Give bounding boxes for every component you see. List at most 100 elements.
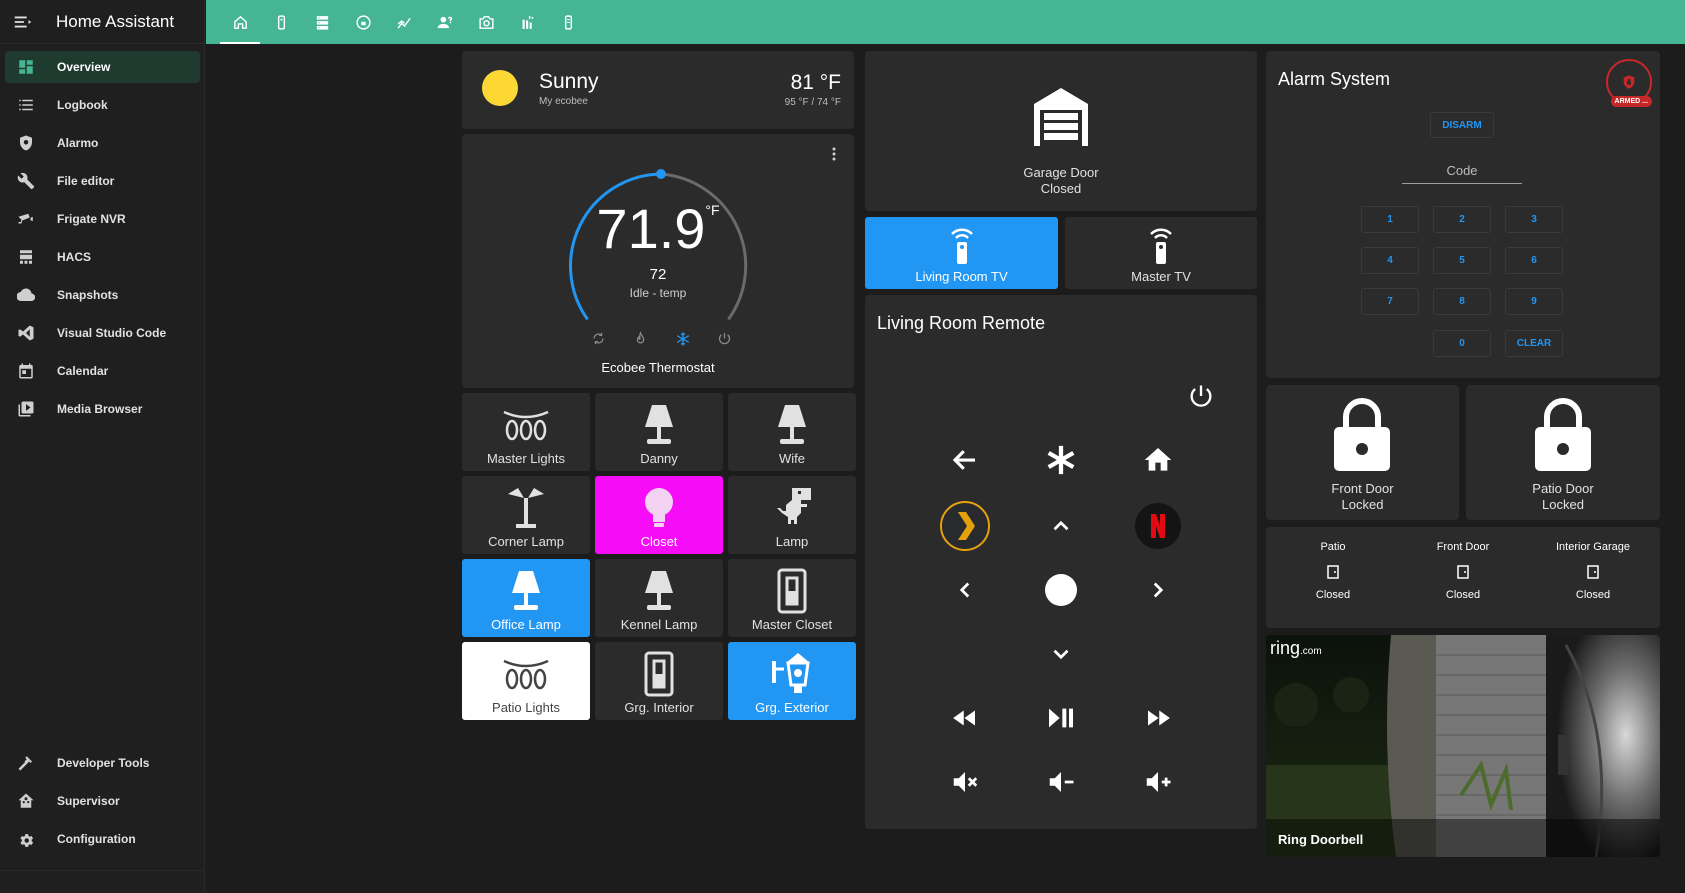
plex-button[interactable]: [940, 501, 990, 551]
closet-button[interactable]: Closet: [595, 476, 723, 554]
kennel-lamp-button[interactable]: Kennel Lamp: [595, 559, 723, 637]
front-door-lock-card[interactable]: Front Door Locked: [1266, 385, 1459, 520]
master-tv-button[interactable]: Master TV: [1065, 217, 1257, 289]
mute-button[interactable]: [945, 762, 985, 802]
netflix-button[interactable]: [1133, 501, 1183, 551]
power-button[interactable]: [1183, 378, 1219, 414]
select-button[interactable]: [1041, 570, 1081, 610]
door-sensor-patio[interactable]: Patio Closed: [1273, 541, 1393, 601]
sidebar-item-label: Snapshots: [57, 288, 119, 302]
master-lights-button[interactable]: Master Lights: [462, 393, 590, 471]
weather-location: My ecobee: [539, 96, 588, 107]
tab-remote-2[interactable]: [548, 0, 588, 44]
keypad-7[interactable]: 7: [1361, 288, 1419, 315]
back-button[interactable]: [945, 440, 985, 480]
keypad-4[interactable]: 4: [1361, 247, 1419, 274]
thermostat-slider-handle[interactable]: [656, 169, 666, 179]
menu-icon[interactable]: [12, 11, 34, 33]
sidebar-item-hacs[interactable]: HACS: [5, 241, 200, 273]
ring-doorbell-camera[interactable]: ring.com Ring Doorbell: [1266, 635, 1660, 857]
keypad-5[interactable]: 5: [1433, 247, 1491, 274]
thermostat-name: Ecobee Thermostat: [601, 360, 715, 375]
sidebar-item-logbook[interactable]: Logbook: [5, 89, 200, 121]
left-button[interactable]: [945, 570, 985, 610]
up-button[interactable]: [1041, 506, 1081, 546]
tab-sensors[interactable]: [507, 0, 547, 44]
lock-state: Locked: [1542, 497, 1584, 512]
door-closed-icon: [1327, 565, 1339, 579]
garage-name: Garage Door: [1023, 165, 1099, 180]
keypad-6[interactable]: 6: [1505, 247, 1563, 274]
sidebar-item-label: Configuration: [57, 832, 136, 846]
keypad-3[interactable]: 3: [1505, 206, 1563, 233]
master-closet-button[interactable]: Master Closet: [728, 559, 856, 637]
grg-exterior-button[interactable]: Grg. Exterior: [728, 642, 856, 720]
menu-button[interactable]: [1041, 440, 1081, 480]
sidebar-item-overview[interactable]: Overview: [5, 51, 200, 83]
sidebar-item-vscode[interactable]: Visual Studio Code: [5, 317, 200, 349]
tab-home[interactable]: [220, 0, 260, 44]
corner-lamp-button[interactable]: Corner Lamp: [462, 476, 590, 554]
sidebar-item-calendar[interactable]: Calendar: [5, 355, 200, 387]
living-room-tv-button[interactable]: Living Room TV: [865, 217, 1058, 289]
code-input[interactable]: Code: [1402, 159, 1522, 184]
sidebar-item-media-browser[interactable]: Media Browser: [5, 393, 200, 425]
server-icon: [316, 15, 328, 30]
snowflake-icon[interactable]: [673, 329, 692, 348]
tab-charts[interactable]: [384, 0, 424, 44]
lamp-icon: [642, 393, 676, 451]
tab-security[interactable]: [343, 0, 383, 44]
door-sensor-front-door[interactable]: Front Door Closed: [1403, 541, 1523, 601]
keypad-0[interactable]: 0: [1433, 330, 1491, 357]
camera-label: Ring Doorbell: [1266, 819, 1660, 857]
home-button[interactable]: [1138, 440, 1178, 480]
sidebar-item-frigate[interactable]: Frigate NVR: [5, 203, 200, 235]
patio-door-lock-card[interactable]: Patio Door Locked: [1466, 385, 1660, 520]
tab-cameras[interactable]: [466, 0, 506, 44]
fast-forward-button[interactable]: [1138, 698, 1178, 738]
sensor-icon: [522, 15, 533, 29]
sidebar-item-alarmo[interactable]: Alarmo: [5, 127, 200, 159]
keypad-clear[interactable]: CLEAR: [1505, 330, 1563, 357]
disarm-button[interactable]: DISARM: [1430, 112, 1494, 138]
play-pause-button[interactable]: [1041, 698, 1081, 738]
garage-icon: [1034, 88, 1088, 146]
danny-button[interactable]: Danny: [595, 393, 723, 471]
keypad-2[interactable]: 2: [1433, 206, 1491, 233]
fire-icon[interactable]: [631, 329, 650, 348]
remote-tv-icon: [945, 217, 979, 269]
sidebar-item-developer-tools[interactable]: Developer Tools: [5, 747, 200, 779]
more-vert-icon[interactable]: [828, 146, 840, 162]
patio-lights-button[interactable]: Patio Lights: [462, 642, 590, 720]
lamp-button[interactable]: Lamp: [728, 476, 856, 554]
volume-down-button[interactable]: [1041, 762, 1081, 802]
fast-forward-icon: [1148, 710, 1170, 726]
down-button[interactable]: [1041, 634, 1081, 674]
dinosaur-icon: [769, 476, 815, 534]
sidebar-item-file-editor[interactable]: File editor: [5, 165, 200, 197]
door-sensor-interior-garage[interactable]: Interior Garage Closed: [1533, 541, 1653, 601]
office-lamp-button[interactable]: Office Lamp: [462, 559, 590, 637]
tab-people[interactable]: [425, 0, 465, 44]
keypad-1[interactable]: 1: [1361, 206, 1419, 233]
keypad-9[interactable]: 9: [1505, 288, 1563, 315]
wife-button[interactable]: Wife: [728, 393, 856, 471]
keypad-8[interactable]: 8: [1433, 288, 1491, 315]
grg-interior-button[interactable]: Grg. Interior: [595, 642, 723, 720]
right-button[interactable]: [1138, 570, 1178, 610]
tab-servers[interactable]: [302, 0, 342, 44]
button-label: Master TV: [1131, 269, 1191, 284]
heat-cool-icon[interactable]: [589, 329, 608, 348]
volume-up-button[interactable]: [1138, 762, 1178, 802]
sidebar-item-snapshots[interactable]: Snapshots: [5, 279, 200, 311]
thermostat-state: Idle - temp: [629, 286, 687, 300]
tab-remotes[interactable]: [261, 0, 301, 44]
sidebar-header: Home Assistant: [0, 0, 204, 44]
garage-door-card[interactable]: Garage Door Closed: [865, 51, 1257, 211]
sidebar-item-configuration[interactable]: Configuration: [5, 823, 200, 855]
rewind-button[interactable]: [945, 698, 985, 738]
alarm-panel-card: Alarm System ARMED ... DISARM Code 1 2 3…: [1266, 51, 1660, 378]
sidebar-item-supervisor[interactable]: Supervisor: [5, 785, 200, 817]
power-icon[interactable]: [715, 329, 734, 348]
weather-card[interactable]: Sunny My ecobee 81 °F 95 °F / 74 °F: [462, 51, 854, 129]
